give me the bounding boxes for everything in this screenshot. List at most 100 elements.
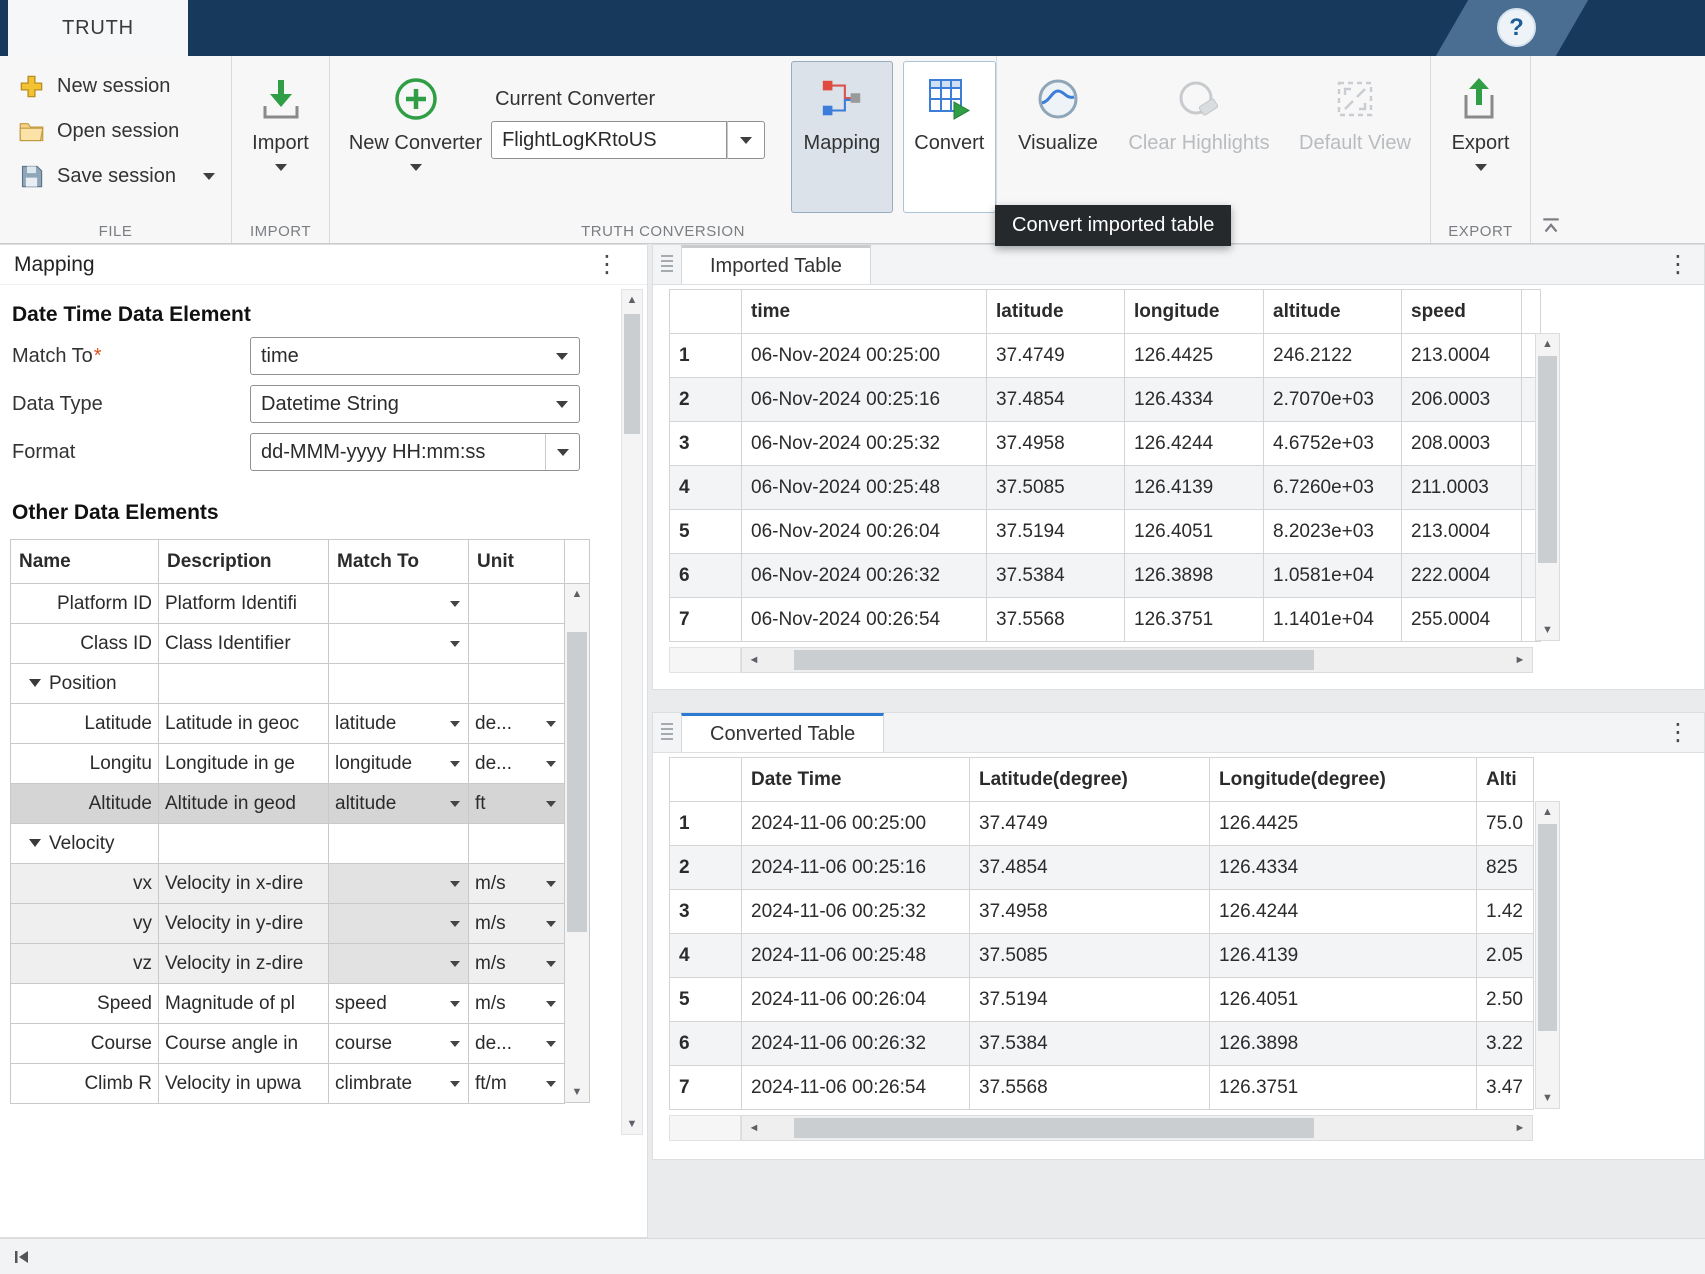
import-button[interactable]: Import xyxy=(232,61,329,213)
scrollbar-track[interactable] xyxy=(1536,354,1559,620)
element-name-cell[interactable]: Altitude xyxy=(11,784,159,824)
cell-latitude[interactable]: 37.5085 xyxy=(987,466,1125,510)
cell-longitude[interactable]: 126.4139 xyxy=(1125,466,1264,510)
cell-latitude[interactable]: 37.4854 xyxy=(970,846,1210,890)
table-row[interactable]: 5 2024-11-06 00:26:04 37.5194 126.4051 2… xyxy=(670,978,1534,1022)
chevron-down-icon[interactable] xyxy=(1475,164,1487,171)
cell-date-time[interactable]: 2024-11-06 00:25:00 xyxy=(742,802,970,846)
mapping-table-row[interactable]: Position xyxy=(11,664,565,704)
cell-time[interactable]: 06-Nov-2024 00:26:32 xyxy=(742,554,987,598)
cell-latitude[interactable]: 37.4749 xyxy=(970,802,1210,846)
element-description-cell[interactable]: Magnitude of pl xyxy=(159,984,329,1024)
table-row[interactable]: 1 2024-11-06 00:25:00 37.4749 126.4425 7… xyxy=(670,802,1534,846)
element-name-cell[interactable]: vz xyxy=(11,944,159,984)
tab-imported-table[interactable]: Imported Table xyxy=(681,245,871,284)
mapping-table-row[interactable]: Platform ID Platform Identifi xyxy=(11,584,565,624)
cell-altitude-clipped[interactable]: 825 xyxy=(1477,846,1534,890)
cell-altitude-clipped[interactable]: 2.50 xyxy=(1477,978,1534,1022)
table-row[interactable]: 5 06-Nov-2024 00:26:04 37.5194 126.4051 … xyxy=(670,510,1541,554)
current-converter-value[interactable]: FlightLogKRtoUS xyxy=(491,121,727,159)
scrollbar-track[interactable] xyxy=(622,310,642,1114)
collapse-arrow-icon[interactable] xyxy=(29,839,41,847)
cell-speed[interactable]: 208.0003 xyxy=(1402,422,1522,466)
cell-longitude[interactable]: 126.4244 xyxy=(1210,890,1477,934)
format-dropdown[interactable]: dd-MMM-yyyy HH:mm:ss xyxy=(250,433,580,471)
scroll-down-icon[interactable]: ▼ xyxy=(565,1082,589,1102)
cell-latitude[interactable]: 37.5384 xyxy=(987,554,1125,598)
table-row[interactable]: 4 06-Nov-2024 00:25:48 37.5085 126.4139 … xyxy=(670,466,1541,510)
cell-latitude[interactable]: 37.5568 xyxy=(970,1066,1210,1110)
element-name-cell[interactable]: Position xyxy=(11,664,159,704)
element-name-cell[interactable]: Latitude xyxy=(11,704,159,744)
scroll-right-icon[interactable]: ► xyxy=(1508,1116,1532,1140)
unit-cell-dropdown[interactable]: de... xyxy=(469,704,565,744)
chevron-down-icon[interactable] xyxy=(203,173,215,180)
help-button[interactable]: ? xyxy=(1497,8,1536,47)
tab-converted-table[interactable]: Converted Table xyxy=(681,713,884,752)
cell-altitude-clipped[interactable]: 1.42 xyxy=(1477,890,1534,934)
cell-latitude[interactable]: 37.5085 xyxy=(970,934,1210,978)
mapping-table-row[interactable]: Course Course angle in course de... xyxy=(11,1024,565,1064)
panel-menu-icon[interactable]: ⋮ xyxy=(1660,245,1696,284)
element-name-cell[interactable]: Velocity xyxy=(11,824,159,864)
cell-altitude-clipped[interactable]: 75.0 xyxy=(1477,802,1534,846)
cell-altitude[interactable]: 246.2122 xyxy=(1264,334,1402,378)
scroll-left-icon[interactable]: ◄ xyxy=(742,1116,766,1140)
scrollbar-thumb[interactable] xyxy=(624,314,640,434)
cell-altitude-clipped[interactable]: 3.22 xyxy=(1477,1022,1534,1066)
match-to-dropdown[interactable]: time xyxy=(250,337,580,375)
table-row[interactable]: 6 2024-11-06 00:26:32 37.5384 126.3898 3… xyxy=(670,1022,1534,1066)
mapping-table-row[interactable]: Longitu Longitude in ge longitude de... xyxy=(11,744,565,784)
cell-time[interactable]: 06-Nov-2024 00:25:16 xyxy=(742,378,987,422)
cell-latitude[interactable]: 37.4958 xyxy=(970,890,1210,934)
cell-altitude[interactable]: 2.7070e+03 xyxy=(1264,378,1402,422)
cell-altitude[interactable]: 8.2023e+03 xyxy=(1264,510,1402,554)
cell-time[interactable]: 06-Nov-2024 00:25:00 xyxy=(742,334,987,378)
scroll-down-icon[interactable]: ▼ xyxy=(1536,1088,1559,1108)
scroll-up-icon[interactable]: ▲ xyxy=(1536,334,1559,354)
scroll-left-icon[interactable]: ◄ xyxy=(742,648,766,672)
match-to-cell-dropdown[interactable] xyxy=(329,944,469,984)
unit-cell-dropdown[interactable]: m/s xyxy=(469,984,565,1024)
cell-longitude[interactable]: 126.4425 xyxy=(1125,334,1264,378)
new-session-button[interactable]: New session xyxy=(8,64,231,109)
mapping-table-scrollbar[interactable]: ▲ ▼ xyxy=(565,539,590,1103)
mapping-table-row[interactable]: vz Velocity in z-dire m/s xyxy=(11,944,565,984)
unit-cell-dropdown[interactable] xyxy=(469,824,565,864)
converted-vertical-scrollbar[interactable]: ▲ ▼ xyxy=(1535,801,1560,1109)
match-to-cell-dropdown[interactable] xyxy=(329,664,469,704)
unit-cell-dropdown[interactable]: de... xyxy=(469,744,565,784)
cell-latitude[interactable]: 37.5194 xyxy=(970,978,1210,1022)
cell-latitude[interactable]: 37.5568 xyxy=(987,598,1125,642)
cell-altitude-clipped[interactable]: 2.05 xyxy=(1477,934,1534,978)
cell-speed[interactable]: 211.0003 xyxy=(1402,466,1522,510)
cell-speed[interactable]: 206.0003 xyxy=(1402,378,1522,422)
mapping-table-row[interactable]: Speed Magnitude of pl speed m/s xyxy=(11,984,565,1024)
scrollbar-thumb[interactable] xyxy=(794,650,1314,670)
cell-longitude[interactable]: 126.4051 xyxy=(1125,510,1264,554)
mapping-table-row[interactable]: vy Velocity in y-dire m/s xyxy=(11,904,565,944)
table-row[interactable]: 3 06-Nov-2024 00:25:32 37.4958 126.4244 … xyxy=(670,422,1541,466)
scroll-up-icon[interactable]: ▲ xyxy=(1536,802,1559,822)
cell-latitude[interactable]: 37.5194 xyxy=(987,510,1125,554)
element-description-cell[interactable] xyxy=(159,824,329,864)
combobox-dropdown-button[interactable] xyxy=(727,121,765,159)
cell-date-time[interactable]: 2024-11-06 00:26:54 xyxy=(742,1066,970,1110)
mapping-table-row[interactable]: Altitude Altitude in geod altitude ft xyxy=(11,784,565,824)
table-row[interactable]: 3 2024-11-06 00:25:32 37.4958 126.4244 1… xyxy=(670,890,1534,934)
cell-altitude[interactable]: 4.6752e+03 xyxy=(1264,422,1402,466)
element-description-cell[interactable]: Platform Identifi xyxy=(159,584,329,624)
panel-menu-icon[interactable]: ⋮ xyxy=(1660,713,1696,752)
chevron-down-icon[interactable] xyxy=(275,164,287,171)
current-converter-combobox[interactable]: FlightLogKRtoUS xyxy=(491,121,765,159)
cell-altitude[interactable]: 1.0581e+04 xyxy=(1264,554,1402,598)
table-row[interactable]: 2 2024-11-06 00:25:16 37.4854 126.4334 8… xyxy=(670,846,1534,890)
cell-longitude[interactable]: 126.3751 xyxy=(1125,598,1264,642)
cell-longitude[interactable]: 126.4244 xyxy=(1125,422,1264,466)
table-row[interactable]: 7 2024-11-06 00:26:54 37.5568 126.3751 3… xyxy=(670,1066,1534,1110)
scrollbar-thumb[interactable] xyxy=(794,1118,1314,1138)
match-to-cell-dropdown[interactable]: speed xyxy=(329,984,469,1024)
scroll-down-icon[interactable]: ▼ xyxy=(1536,620,1559,640)
mapping-toggle-button[interactable]: Mapping xyxy=(791,61,892,213)
cell-time[interactable]: 06-Nov-2024 00:25:48 xyxy=(742,466,987,510)
